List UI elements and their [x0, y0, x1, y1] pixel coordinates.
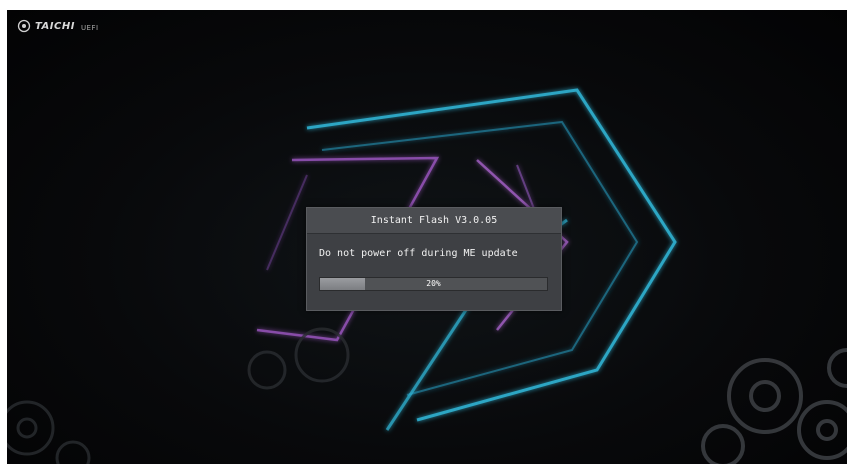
- gears-right-icon: [701, 348, 847, 464]
- progress-label: 20%: [426, 279, 441, 288]
- gears-left-icon: [7, 327, 350, 464]
- brand-header: TAICHI UEFI: [17, 19, 99, 33]
- progress-bar: 20%: [319, 277, 548, 291]
- instant-flash-dialog: Instant Flash V3.0.05 Do not power off d…: [306, 207, 562, 311]
- brand-sub: UEFI: [80, 23, 99, 32]
- dialog-message: Do not power off during ME update: [319, 248, 518, 259]
- dialog-title: Instant Flash V3.0.05: [307, 208, 561, 234]
- brand-name: TAICHI: [35, 20, 75, 32]
- uefi-screen: TAICHI UEFI Instant Flash V3.0.05 Do not…: [7, 10, 847, 464]
- taichi-gear-logo-icon: [17, 19, 31, 33]
